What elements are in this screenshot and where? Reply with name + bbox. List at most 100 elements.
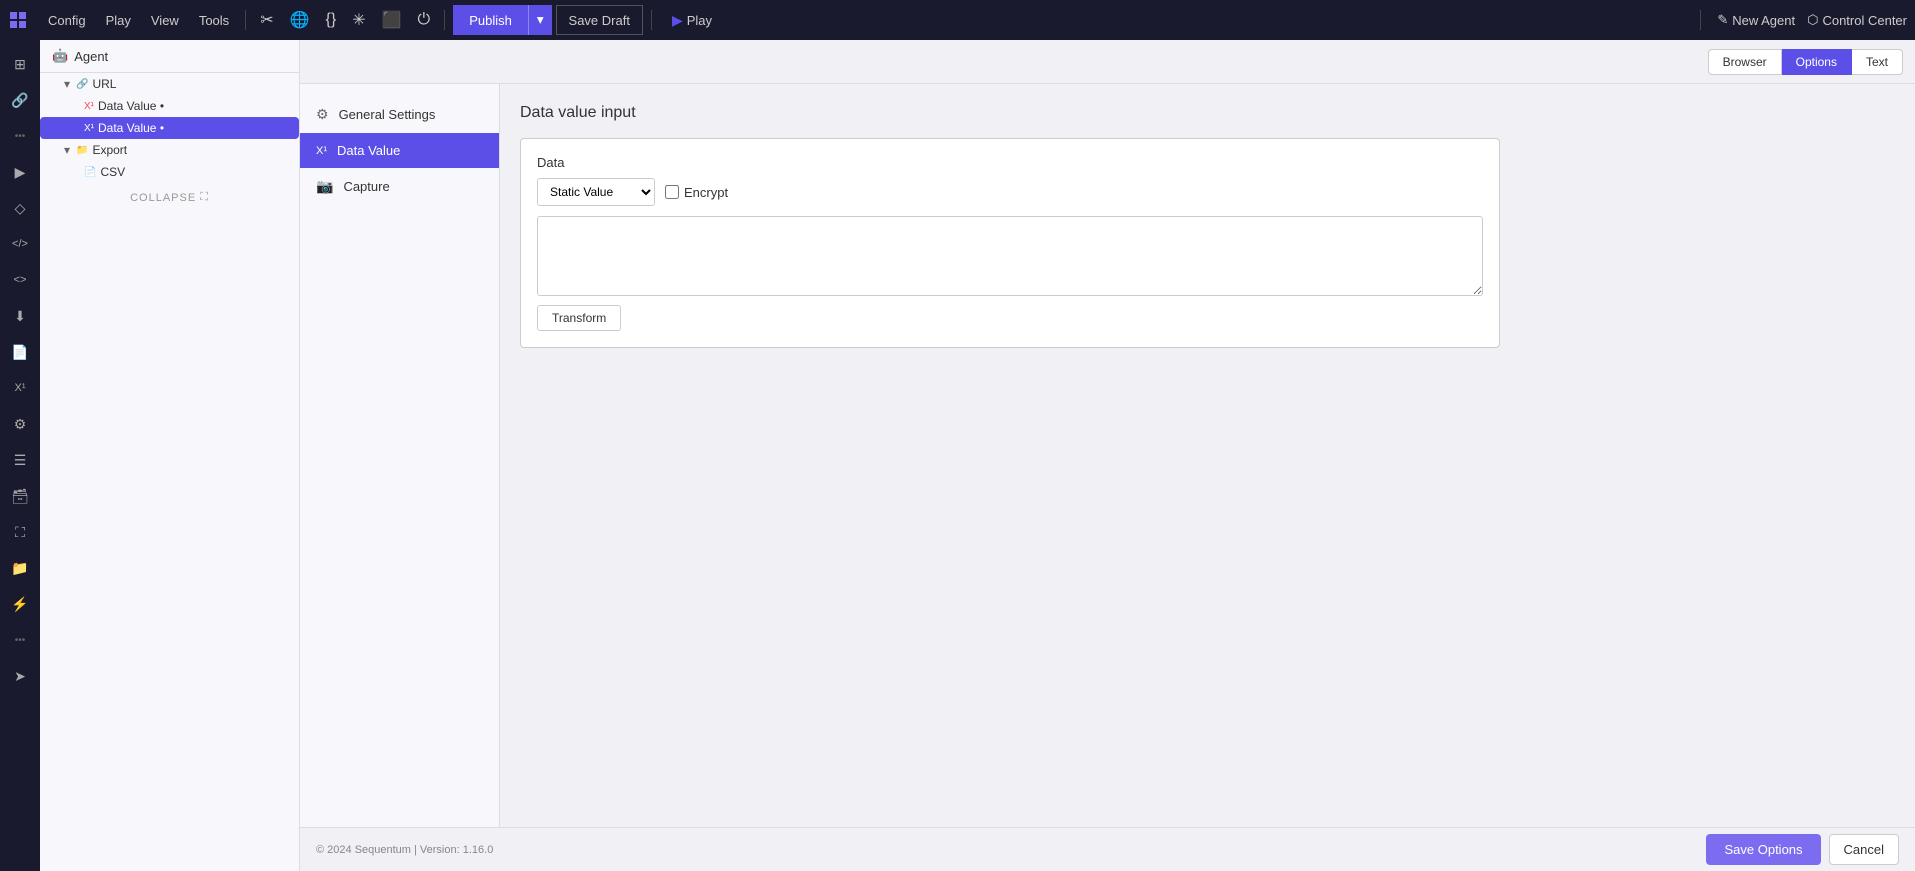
data-label: Data xyxy=(537,155,1483,170)
play-button[interactable]: ▶ Play xyxy=(660,5,724,35)
transform-button[interactable]: Transform xyxy=(537,305,621,331)
collapse-expand-icon: ⛶ xyxy=(200,191,209,204)
publish-group: Publish ▾ xyxy=(453,5,551,35)
tree-header-label: Agent xyxy=(74,49,108,64)
tool-scissors-icon[interactable]: ✂ xyxy=(254,6,279,34)
separator-1 xyxy=(245,10,246,30)
nav-data-value[interactable]: X¹ Data Value xyxy=(300,133,499,168)
menu-bar: Config Play View Tools ✂ 🌐 {} ✳ ⬛ ⏻ Publ… xyxy=(0,0,1915,40)
agent-icon: 🤖 xyxy=(52,48,68,64)
sidebar-icon-folder[interactable]: 📁 xyxy=(4,552,36,584)
menu-config[interactable]: Config xyxy=(40,9,94,32)
tab-browser[interactable]: Browser xyxy=(1708,49,1782,75)
datavalue1-icon: X¹ xyxy=(84,101,94,112)
tree-item-csv[interactable]: 📄 CSV xyxy=(40,161,299,183)
collapse-button[interactable]: COLLAPSE ⛶ xyxy=(40,183,299,212)
sidebar-icon-code[interactable]: </> xyxy=(4,228,36,260)
export-folder-icon: 📁 xyxy=(76,145,88,156)
sidebar-icon-settings[interactable]: ⚙ xyxy=(4,408,36,440)
sidebar-icon-more[interactable]: ••• xyxy=(4,120,36,152)
tree-item-url-label: URL xyxy=(92,77,291,91)
tree-item-export[interactable]: ▾ 📁 Export xyxy=(40,139,299,161)
sidebar-icon-file[interactable]: 📄 xyxy=(4,336,36,368)
tab-group: Browser Options Text xyxy=(1708,49,1903,75)
tree-item-datavalue2[interactable]: X¹ Data Value • xyxy=(40,117,299,139)
tree-item-csv-label: CSV xyxy=(100,165,291,179)
top-bar: Browser Options Text xyxy=(300,40,1915,84)
datavalue2-icon: X¹ xyxy=(84,123,94,134)
publish-dropdown-button[interactable]: ▾ xyxy=(528,5,552,35)
control-center-button[interactable]: ⬡ Control Center xyxy=(1807,12,1907,28)
nav-general-settings-label: General Settings xyxy=(339,107,436,122)
right-panel: Data value input Data Static Value Dynam… xyxy=(500,84,1915,827)
sidebar-icon-expand[interactable]: ⛶ xyxy=(4,516,36,548)
new-agent-icon: ✎ xyxy=(1717,12,1728,28)
capture-icon: 📷 xyxy=(316,178,333,195)
sidebar-icon-list[interactable]: ☰ xyxy=(4,444,36,476)
sidebar-icon-download[interactable]: ⬇ xyxy=(4,300,36,332)
separator-4 xyxy=(1700,10,1701,30)
tree-item-url[interactable]: ▾ 🔗 URL xyxy=(40,73,299,95)
tab-options[interactable]: Options xyxy=(1782,49,1852,75)
logo xyxy=(8,10,28,30)
tree-item-datavalue1-label: Data Value • xyxy=(98,99,291,113)
main-layout: ⊞ 🔗 ••• ▶ ◇ </> <> ⬇ 📄 X¹ ⚙ ☰ 🗃 ⛶ 📁 ⚡ ••… xyxy=(0,40,1915,871)
nav-capture[interactable]: 📷 Capture xyxy=(300,168,499,205)
publish-button[interactable]: Publish xyxy=(453,5,528,35)
data-textarea[interactable] xyxy=(537,216,1483,296)
menu-right: ✎ New Agent ⬡ Control Center xyxy=(1696,10,1907,30)
tree-item-export-label: Export xyxy=(92,143,291,157)
tool-globe-icon[interactable]: 🌐 xyxy=(284,6,316,34)
tree-toggle-export[interactable]: ▾ xyxy=(64,143,76,157)
cancel-button[interactable]: Cancel xyxy=(1829,834,1899,865)
sidebar-icon-grid[interactable]: ⊞ xyxy=(4,48,36,80)
menu-play[interactable]: Play xyxy=(98,9,139,32)
encrypt-checkbox[interactable] xyxy=(665,185,679,199)
data-type-select[interactable]: Static Value Dynamic Value Expression xyxy=(537,178,655,206)
separator-2 xyxy=(444,10,445,30)
sidebar-icon-run[interactable]: ▶ xyxy=(4,156,36,188)
tree-item-datavalue1[interactable]: X¹ Data Value • xyxy=(40,95,299,117)
sidebar-icon-html[interactable]: <> xyxy=(4,264,36,296)
bottom-actions: Save Options Cancel xyxy=(1706,834,1899,865)
encrypt-text: Encrypt xyxy=(684,185,728,200)
tool-asterisk-icon[interactable]: ✳ xyxy=(346,6,371,34)
csv-icon: 📄 xyxy=(84,167,96,178)
menu-tools[interactable]: Tools xyxy=(191,9,237,32)
tree-toggle-url[interactable]: ▾ xyxy=(64,77,76,91)
sidebar-icon-link[interactable]: 🔗 xyxy=(4,84,36,116)
save-options-button[interactable]: Save Options xyxy=(1706,834,1820,865)
content-area: Browser Options Text ⚙ General Settings … xyxy=(300,40,1915,871)
icon-sidebar: ⊞ 🔗 ••• ▶ ◇ </> <> ⬇ 📄 X¹ ⚙ ☰ 🗃 ⛶ 📁 ⚡ ••… xyxy=(0,40,40,871)
url-icon: 🔗 xyxy=(76,79,88,90)
tree-header: 🤖 Agent xyxy=(40,40,299,73)
sidebar-icon-diamond[interactable]: ◇ xyxy=(4,192,36,224)
encrypt-label[interactable]: Encrypt xyxy=(665,185,728,200)
play-triangle-icon: ▶ xyxy=(672,12,683,29)
middle-panel: ⚙ General Settings X¹ Data Value 📷 Captu… xyxy=(300,84,1915,827)
copyright-text: © 2024 Sequentum | Version: 1.16.0 xyxy=(316,844,493,856)
nav-general-settings[interactable]: ⚙ General Settings xyxy=(300,96,499,133)
settings-nav: ⚙ General Settings X¹ Data Value 📷 Captu… xyxy=(300,84,500,827)
sidebar-icon-export[interactable]: ➤ xyxy=(4,660,36,692)
bottom-bar: © 2024 Sequentum | Version: 1.16.0 Save … xyxy=(300,827,1915,871)
data-value-nav-icon: X¹ xyxy=(316,145,327,157)
general-settings-icon: ⚙ xyxy=(316,106,329,123)
tool-power-icon[interactable]: ⏻ xyxy=(412,7,437,33)
sidebar-icon-variable[interactable]: X¹ xyxy=(4,372,36,404)
tab-text[interactable]: Text xyxy=(1852,49,1903,75)
data-row: Static Value Dynamic Value Expression En… xyxy=(537,178,1483,206)
tree-item-datavalue2-label: Data Value • xyxy=(98,121,291,135)
nav-data-value-label: Data Value xyxy=(337,143,400,158)
control-center-icon: ⬡ xyxy=(1807,12,1818,28)
tree-sidebar: 🤖 Agent ▾ 🔗 URL X¹ Data Value • X¹ Data … xyxy=(40,40,300,871)
save-draft-button[interactable]: Save Draft xyxy=(556,5,643,35)
menu-view[interactable]: View xyxy=(143,9,187,32)
sidebar-icon-database[interactable]: 🗃 xyxy=(4,480,36,512)
tool-braces-icon[interactable]: {} xyxy=(320,7,343,33)
new-agent-button[interactable]: ✎ New Agent xyxy=(1717,12,1795,28)
tool-import-icon[interactable]: ⬛ xyxy=(376,6,408,34)
sidebar-icon-lightning[interactable]: ⚡ xyxy=(4,588,36,620)
sidebar-icon-dots[interactable]: ••• xyxy=(4,624,36,656)
nav-capture-label: Capture xyxy=(343,179,389,194)
